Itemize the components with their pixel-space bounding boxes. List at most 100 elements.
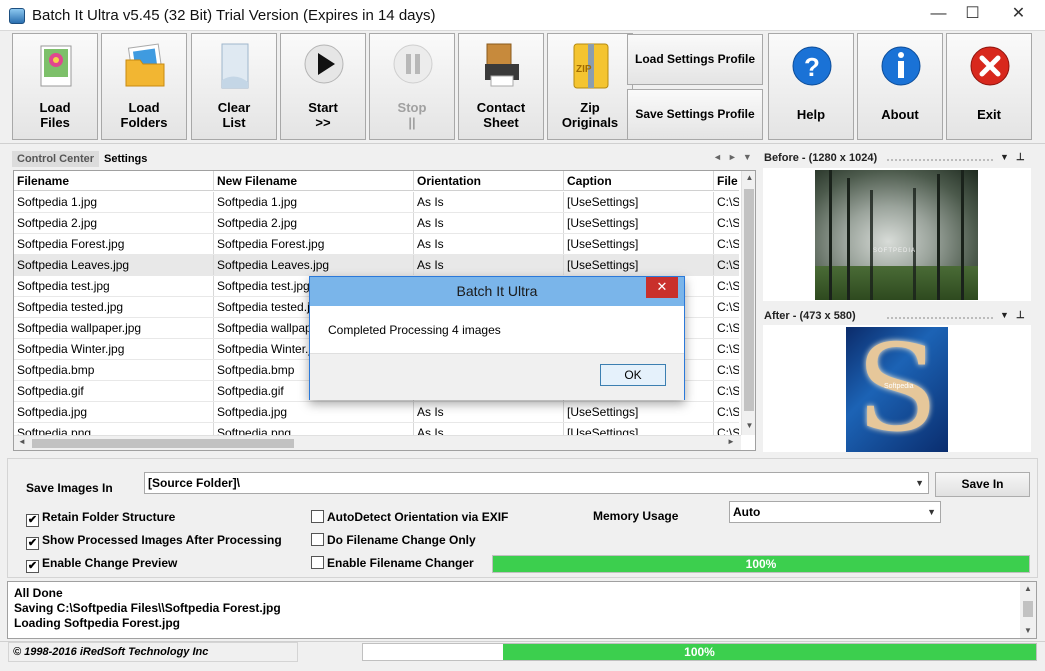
after-preview-pane: S Softpedia	[763, 325, 1031, 452]
checkbox-box[interactable]: ✔	[26, 560, 39, 573]
checkbox-box[interactable]	[311, 510, 324, 523]
enable-change-preview-checkbox[interactable]: ✔ Enable Change Preview	[26, 556, 177, 573]
clear-list-button[interactable]: Clear List	[191, 33, 277, 140]
table-row[interactable]: Softpedia Forest.jpg Softpedia Forest.jpg…	[14, 234, 739, 255]
save-images-in-combobox[interactable]: [Source Folder]\ ▼	[144, 472, 929, 494]
processing-progress-bar: 100%	[492, 555, 1030, 573]
header-grip	[886, 316, 994, 320]
dialog-title: Batch It Ultra	[456, 283, 538, 299]
table-vertical-scrollbar[interactable]: ▲ ▼	[741, 171, 755, 435]
show-processed-checkbox[interactable]: ✔ Show Processed Images After Processing	[26, 533, 282, 550]
save-in-button[interactable]: Save In	[935, 472, 1030, 497]
contact-sheet-label-1: Contact	[476, 100, 526, 115]
log-panel[interactable]: All Done Saving C:\Softpedia Files\\Soft…	[7, 581, 1037, 639]
checkbox-box[interactable]	[311, 533, 324, 546]
zip-originals-button[interactable]: ZIP Zip Originals	[547, 33, 633, 140]
ok-button[interactable]: OK	[600, 364, 666, 386]
table-row[interactable]: Softpedia 2.jpg Softpedia 2.jpg As Is [UseS…	[14, 213, 739, 234]
close-button[interactable]: ✕	[996, 0, 1041, 30]
tab-settings[interactable]: Settings	[99, 151, 152, 167]
watermark: Softpedia	[884, 383, 914, 390]
dialog-close-button[interactable]: ✕	[646, 277, 678, 298]
cell-filename: Softpedia.bmp	[14, 360, 214, 380]
stop-label-2: ||	[408, 115, 416, 130]
autodetect-orientation-label: AutoDetect Orientation via EXIF	[327, 510, 509, 524]
stop-label-1: Stop	[397, 100, 427, 115]
copyright-text: © 1998-2016 iRedSoft Technology Inc	[8, 642, 298, 662]
do-filename-change-only-checkbox[interactable]: Do Filename Change Only	[311, 533, 476, 547]
chevron-down-icon[interactable]: ▼	[1000, 152, 1009, 162]
save-settings-profile-button[interactable]: Save Settings Profile	[627, 89, 763, 140]
cell-filename: Softpedia.jpg	[14, 402, 214, 422]
table-row[interactable]: Softpedia Leaves.jpg Softpedia Leaves.jpg…	[14, 255, 739, 276]
cell-filename: Softpedia.gif	[14, 381, 214, 401]
scroll-right-arrow[interactable]: ►	[727, 437, 735, 446]
table-row[interactable]: Softpedia 1.jpg Softpedia 1.jpg As Is [UseS…	[14, 192, 739, 213]
chevron-down-icon[interactable]: ▼	[927, 502, 936, 522]
exit-button[interactable]: Exit	[946, 33, 1032, 140]
scroll-thumb[interactable]	[32, 439, 294, 448]
contact-sheet-label-2: Sheet	[483, 115, 519, 130]
enable-filename-changer-label: Enable Filename Changer	[327, 556, 474, 570]
scroll-up-arrow[interactable]: ▲	[1024, 584, 1032, 593]
scroll-down-arrow[interactable]: ▼	[1024, 626, 1032, 635]
tab-scroll-arrows[interactable]: ◄►▼	[713, 152, 758, 162]
table-header: Filename New Filename Orientation Captio…	[14, 171, 739, 191]
load-folders-button[interactable]: Load Folders	[101, 33, 187, 140]
cell-file-path: C:\S	[717, 216, 739, 230]
column-header-file[interactable]: File	[714, 171, 739, 191]
cell-caption: [UseSettings]	[564, 255, 714, 275]
checkbox-box[interactable]: ✔	[26, 537, 39, 550]
help-button[interactable]: ? Help	[768, 33, 854, 140]
stop-button[interactable]: Stop ||	[369, 33, 455, 140]
retain-folder-structure-checkbox[interactable]: ✔ Retain Folder Structure	[26, 510, 175, 527]
load-settings-profile-button[interactable]: Load Settings Profile	[627, 34, 763, 85]
scroll-down-arrow[interactable]: ▼	[742, 421, 755, 430]
load-folders-label-1: Load	[128, 100, 160, 115]
cell-caption: [UseSettings]	[564, 213, 714, 233]
load-files-button[interactable]: Load Files	[12, 33, 98, 140]
contact-sheet-button[interactable]: Contact Sheet	[458, 33, 544, 140]
tab-control-center[interactable]: Control Center	[12, 151, 99, 167]
scroll-left-arrow[interactable]: ◄	[18, 437, 26, 446]
start-label-1: Start	[308, 100, 338, 115]
start-button[interactable]: Start >>	[280, 33, 366, 140]
maximize-button[interactable]: ☐	[950, 0, 995, 30]
show-processed-label: Show Processed Images After Processing	[42, 533, 282, 547]
cell-caption: [UseSettings]	[564, 234, 714, 254]
completion-dialog: Batch It Ultra ✕ Completed Processing 4 …	[309, 276, 685, 400]
help-icon: ?	[792, 46, 832, 86]
column-header-new-filename[interactable]: New Filename	[214, 171, 414, 191]
cell-file-path: C:\S	[717, 195, 739, 209]
pin-icon[interactable]: ⊥	[1016, 152, 1025, 163]
checkbox-box[interactable]: ✔	[26, 514, 39, 527]
pin-icon[interactable]: ⊥	[1016, 310, 1025, 321]
scroll-up-arrow[interactable]: ▲	[742, 173, 755, 182]
log-vertical-scrollbar[interactable]: ▲ ▼	[1020, 582, 1036, 638]
cell-file-path: C:\S	[717, 384, 739, 398]
after-preview-header: After - (473 x 580) ▼ ⊥	[764, 310, 1030, 326]
column-header-filename[interactable]: Filename	[14, 171, 214, 191]
start-label-2: >>	[315, 115, 331, 130]
table-row[interactable]: Softpedia.jpg Softpedia.jpg As Is [UseSetti…	[14, 402, 739, 423]
cell-file-path: C:\S	[717, 300, 739, 314]
memory-usage-select[interactable]: Auto ▼	[729, 501, 941, 523]
about-button[interactable]: About	[857, 33, 943, 140]
table-horizontal-scrollbar[interactable]: ◄ ►	[14, 435, 741, 450]
zip-icon-text: ZIP	[576, 64, 592, 75]
window-title: Batch It Ultra v5.45 (32 Bit) Trial Vers…	[32, 7, 436, 24]
clear-document-icon	[221, 43, 249, 89]
log-line: Saving C:\Softpedia Files\\Softpedia For…	[14, 601, 281, 615]
do-filename-change-only-label: Do Filename Change Only	[327, 533, 476, 547]
checkbox-box[interactable]	[311, 556, 324, 569]
before-preview-pane: SOFTPEDIA	[763, 168, 1031, 301]
column-header-orientation[interactable]: Orientation	[414, 171, 564, 191]
column-header-caption[interactable]: Caption	[564, 171, 714, 191]
enable-filename-changer-checkbox[interactable]: Enable Filename Changer	[311, 556, 474, 570]
scroll-thumb[interactable]	[1023, 601, 1033, 617]
scroll-thumb[interactable]	[744, 189, 754, 411]
autodetect-orientation-checkbox[interactable]: AutoDetect Orientation via EXIF	[311, 510, 508, 524]
chevron-down-icon[interactable]: ▼	[915, 473, 924, 493]
load-files-label-2: Files	[40, 115, 70, 130]
chevron-down-icon[interactable]: ▼	[1000, 310, 1009, 320]
